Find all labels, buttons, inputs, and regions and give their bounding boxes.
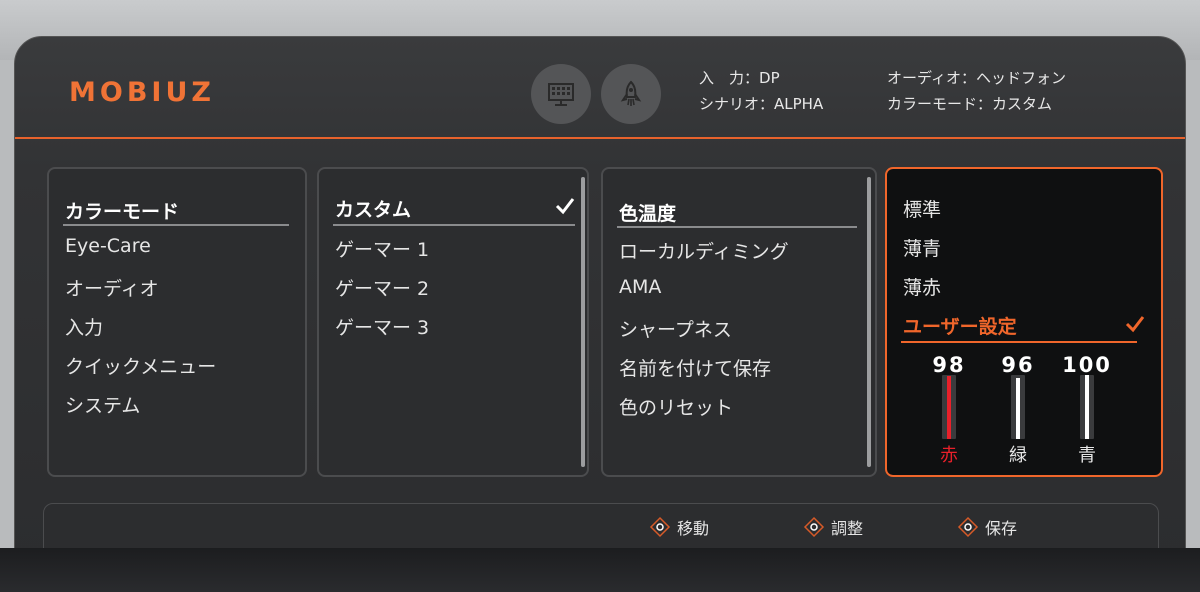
red-slider[interactable] bbox=[942, 375, 956, 439]
color-temp-item-reddish[interactable]: 薄赤 bbox=[903, 273, 941, 300]
status-info-right: オーディオ： ヘッドフォン カラーモード： カスタム bbox=[887, 65, 1066, 117]
monitor-grid-icon bbox=[531, 64, 591, 124]
rocket-icon bbox=[601, 64, 661, 124]
check-icon bbox=[555, 197, 575, 219]
main-menu-item-color-mode[interactable]: カラーモード bbox=[65, 197, 179, 224]
blue-slider-label: 青 bbox=[1078, 445, 1096, 466]
hint-adjust: 調整 bbox=[803, 515, 863, 539]
custom-item-save-as[interactable]: 名前を付けて保存 bbox=[619, 354, 771, 381]
custom-panel: 色温度 ローカルディミング AMA シャープネス 名前を付けて保存 色のリセット bbox=[601, 167, 877, 477]
selection-underline bbox=[901, 341, 1137, 343]
hint-save-label: 保存 bbox=[985, 519, 1018, 538]
hint-adjust-label: 調整 bbox=[831, 519, 864, 538]
color-mode-item-custom[interactable]: カスタム bbox=[335, 195, 411, 222]
color-mode-value: カスタム bbox=[992, 95, 1053, 113]
status-info-left: 入 力： DP シナリオ： ALPHA bbox=[699, 65, 823, 117]
blue-slider-fill bbox=[1085, 375, 1089, 439]
blue-slider-value: 100 bbox=[1062, 353, 1112, 377]
dpad-save-icon bbox=[957, 516, 979, 538]
custom-item-sharpness[interactable]: シャープネス bbox=[619, 315, 732, 342]
red-slider-value: 98 bbox=[932, 353, 966, 377]
scrollbar-thumb[interactable] bbox=[867, 177, 871, 467]
red-slider-label: 赤 bbox=[940, 445, 958, 466]
main-menu-item-eye-care[interactable]: Eye-Care bbox=[65, 235, 151, 257]
blue-slider[interactable] bbox=[1080, 375, 1094, 439]
selection-underline bbox=[63, 224, 289, 226]
color-temp-item-bluish[interactable]: 薄青 bbox=[903, 234, 941, 261]
hint-move: 移動 bbox=[649, 515, 709, 539]
main-menu-item-quick-menu[interactable]: クイックメニュー bbox=[65, 352, 216, 379]
custom-item-local-dimming[interactable]: ローカルディミング bbox=[619, 237, 789, 264]
color-temp-item-standard[interactable]: 標準 bbox=[903, 195, 941, 222]
main-menu-item-input[interactable]: 入力 bbox=[65, 313, 103, 340]
green-slider[interactable] bbox=[1011, 375, 1025, 439]
input-label: 入 力： bbox=[699, 69, 760, 87]
mobiuz-logo: MOBIUZ bbox=[69, 77, 215, 108]
main-menu-item-system[interactable]: システム bbox=[65, 391, 140, 418]
color-mode-panel: カスタム ゲーマー 1 ゲーマー 2 ゲーマー 3 bbox=[317, 167, 589, 477]
header-divider bbox=[15, 137, 1185, 139]
dpad-move-icon bbox=[649, 516, 671, 538]
audio-label: オーディオ： bbox=[887, 69, 976, 87]
audio-value: ヘッドフォン bbox=[975, 69, 1066, 87]
input-value: DP bbox=[759, 69, 780, 87]
hint-save: 保存 bbox=[957, 515, 1017, 539]
osd-window: MOBIUZ 入 力： DP シナリオ： ALPHA オーディオ： ヘッドフォン カラ… bbox=[14, 36, 1186, 573]
main-menu-panel: カラーモード Eye-Care オーディオ 入力 クイックメニュー システム bbox=[47, 167, 307, 477]
color-mode-item-gamer-1[interactable]: ゲーマー 1 bbox=[335, 235, 429, 262]
green-slider-value: 96 bbox=[1001, 353, 1035, 377]
color-temp-panel: 標準 薄青 薄赤 ユーザー設定 98 赤 96 緑 100 青 bbox=[885, 167, 1163, 477]
scenario-value: ALPHA bbox=[774, 95, 824, 113]
color-mode-item-gamer-2[interactable]: ゲーマー 2 bbox=[335, 274, 429, 301]
green-slider-label: 緑 bbox=[1009, 445, 1027, 466]
selection-underline bbox=[333, 224, 575, 226]
main-menu-item-audio[interactable]: オーディオ bbox=[65, 274, 159, 301]
custom-item-color-temp[interactable]: 色温度 bbox=[619, 199, 676, 226]
red-slider-fill bbox=[947, 376, 951, 439]
custom-item-color-reset[interactable]: 色のリセット bbox=[619, 393, 733, 420]
color-mode-label: カラーモード： bbox=[887, 95, 993, 113]
selection-underline bbox=[617, 226, 857, 228]
monitor-bezel bbox=[0, 548, 1200, 592]
scenario-label: シナリオ： bbox=[699, 95, 775, 113]
custom-item-ama[interactable]: AMA bbox=[619, 276, 661, 298]
color-mode-item-gamer-3[interactable]: ゲーマー 3 bbox=[335, 313, 429, 340]
check-icon bbox=[1125, 315, 1145, 337]
green-slider-fill bbox=[1016, 377, 1020, 439]
hint-move-label: 移動 bbox=[677, 519, 710, 538]
scrollbar-thumb[interactable] bbox=[581, 177, 585, 467]
color-temp-item-user[interactable]: ユーザー設定 bbox=[903, 312, 1017, 339]
dpad-adjust-icon bbox=[803, 516, 825, 538]
